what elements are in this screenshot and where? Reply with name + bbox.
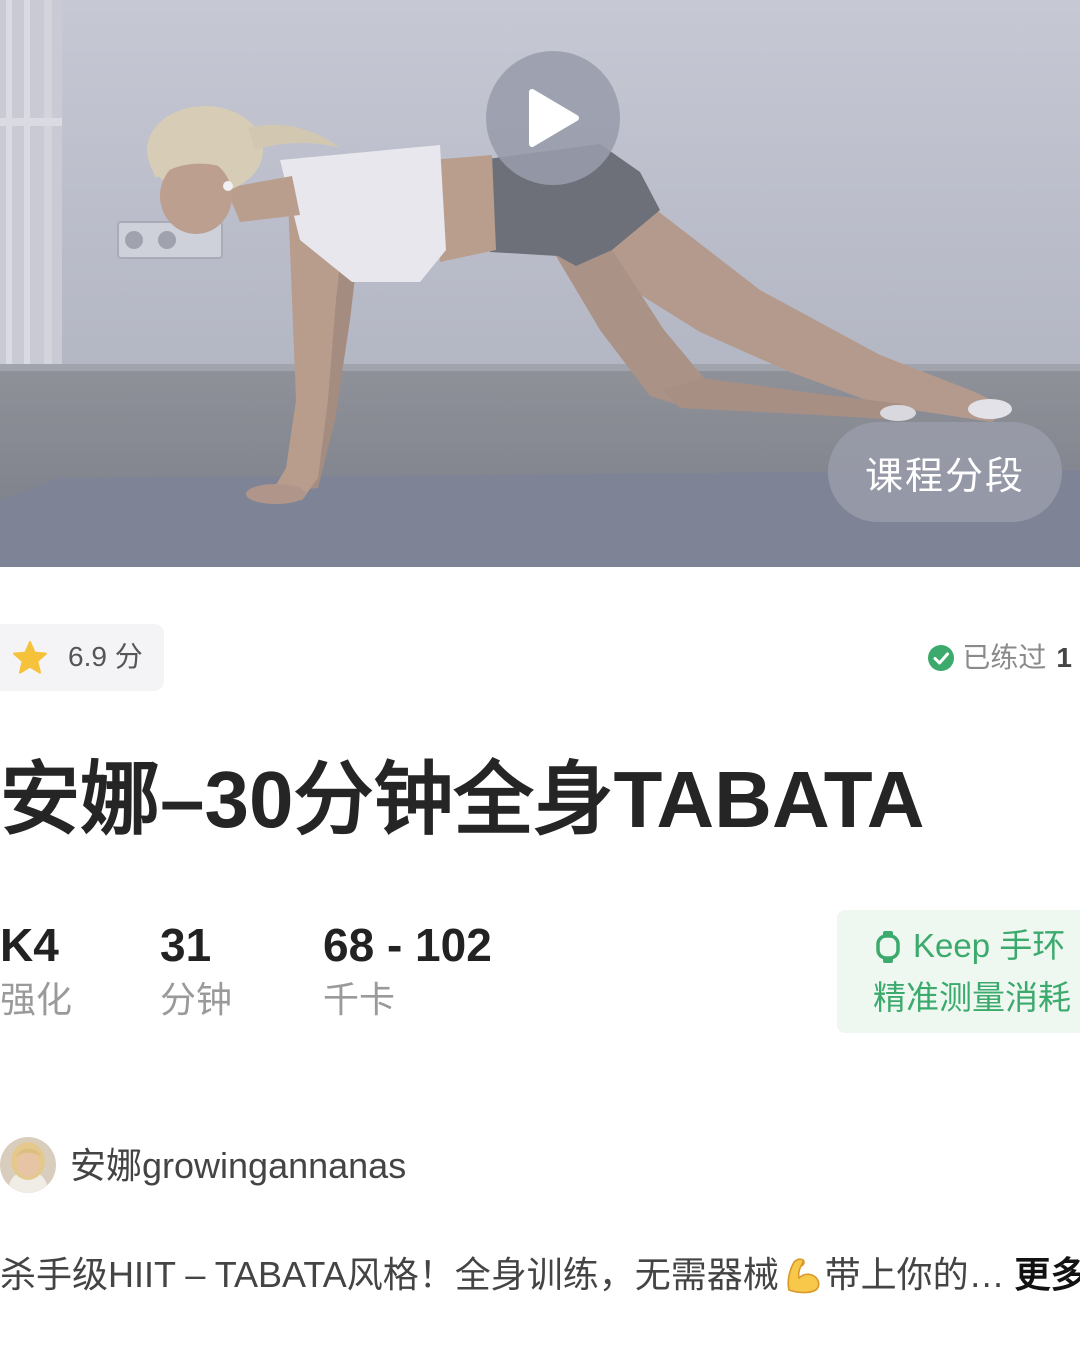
stat-calories: 68 - 102 千卡 — [323, 918, 492, 1020]
author-avatar[interactable] — [0, 1137, 56, 1193]
rating-badge[interactable]: 6.9 分 — [0, 624, 164, 691]
star-icon — [13, 641, 47, 674]
stat-duration: 31 分钟 — [160, 918, 232, 1020]
check-circle-icon — [928, 645, 955, 671]
practiced-count: 已练过 1 — [927, 640, 1072, 676]
description-text-continued: 带上你的… — [824, 1254, 1005, 1295]
stat-level: K4 强化 — [0, 918, 72, 1020]
stat-calories-value: 68 - 102 — [323, 919, 492, 971]
rating-score: 6.9 分 — [68, 641, 143, 672]
description-more-link[interactable]: 更多 — [1015, 1251, 1080, 1299]
play-icon — [529, 89, 579, 147]
stat-calories-label: 千卡 — [323, 979, 396, 1020]
band-promo-title: Keep 手环 — [913, 927, 1066, 964]
description-text: 杀手级HIIT – TABATA风格！全身训练，无需器械 — [0, 1254, 779, 1295]
watch-icon — [876, 931, 900, 963]
workout-video-player[interactable]: 课程分段 — [0, 0, 1080, 567]
play-button[interactable] — [486, 51, 620, 185]
band-promo-subtitle: 精准测量消耗 — [873, 979, 1071, 1016]
stat-level-label: 强化 — [0, 979, 73, 1020]
stat-level-value: K4 — [0, 919, 59, 971]
stat-duration-value: 31 — [160, 919, 212, 971]
avatar-image — [0, 1137, 56, 1193]
course-segments-button[interactable]: 课程分段 — [828, 422, 1062, 522]
stat-duration-label: 分钟 — [160, 979, 233, 1020]
practiced-label: 已练过 — [962, 642, 1047, 673]
course-description: 杀手级HIIT – TABATA风格！全身训练，无需器械 带上你的… 更多 — [0, 1251, 1080, 1299]
practiced-number: 1 — [1056, 642, 1072, 673]
flexed-biceps-icon — [787, 1258, 820, 1294]
author-name[interactable]: 安娜growingannanas — [70, 1144, 406, 1188]
course-title: 安娜–30分钟全身TABATA — [0, 755, 925, 844]
keep-band-promo[interactable]: Keep 手环 精准测量消耗 — [837, 910, 1080, 1033]
